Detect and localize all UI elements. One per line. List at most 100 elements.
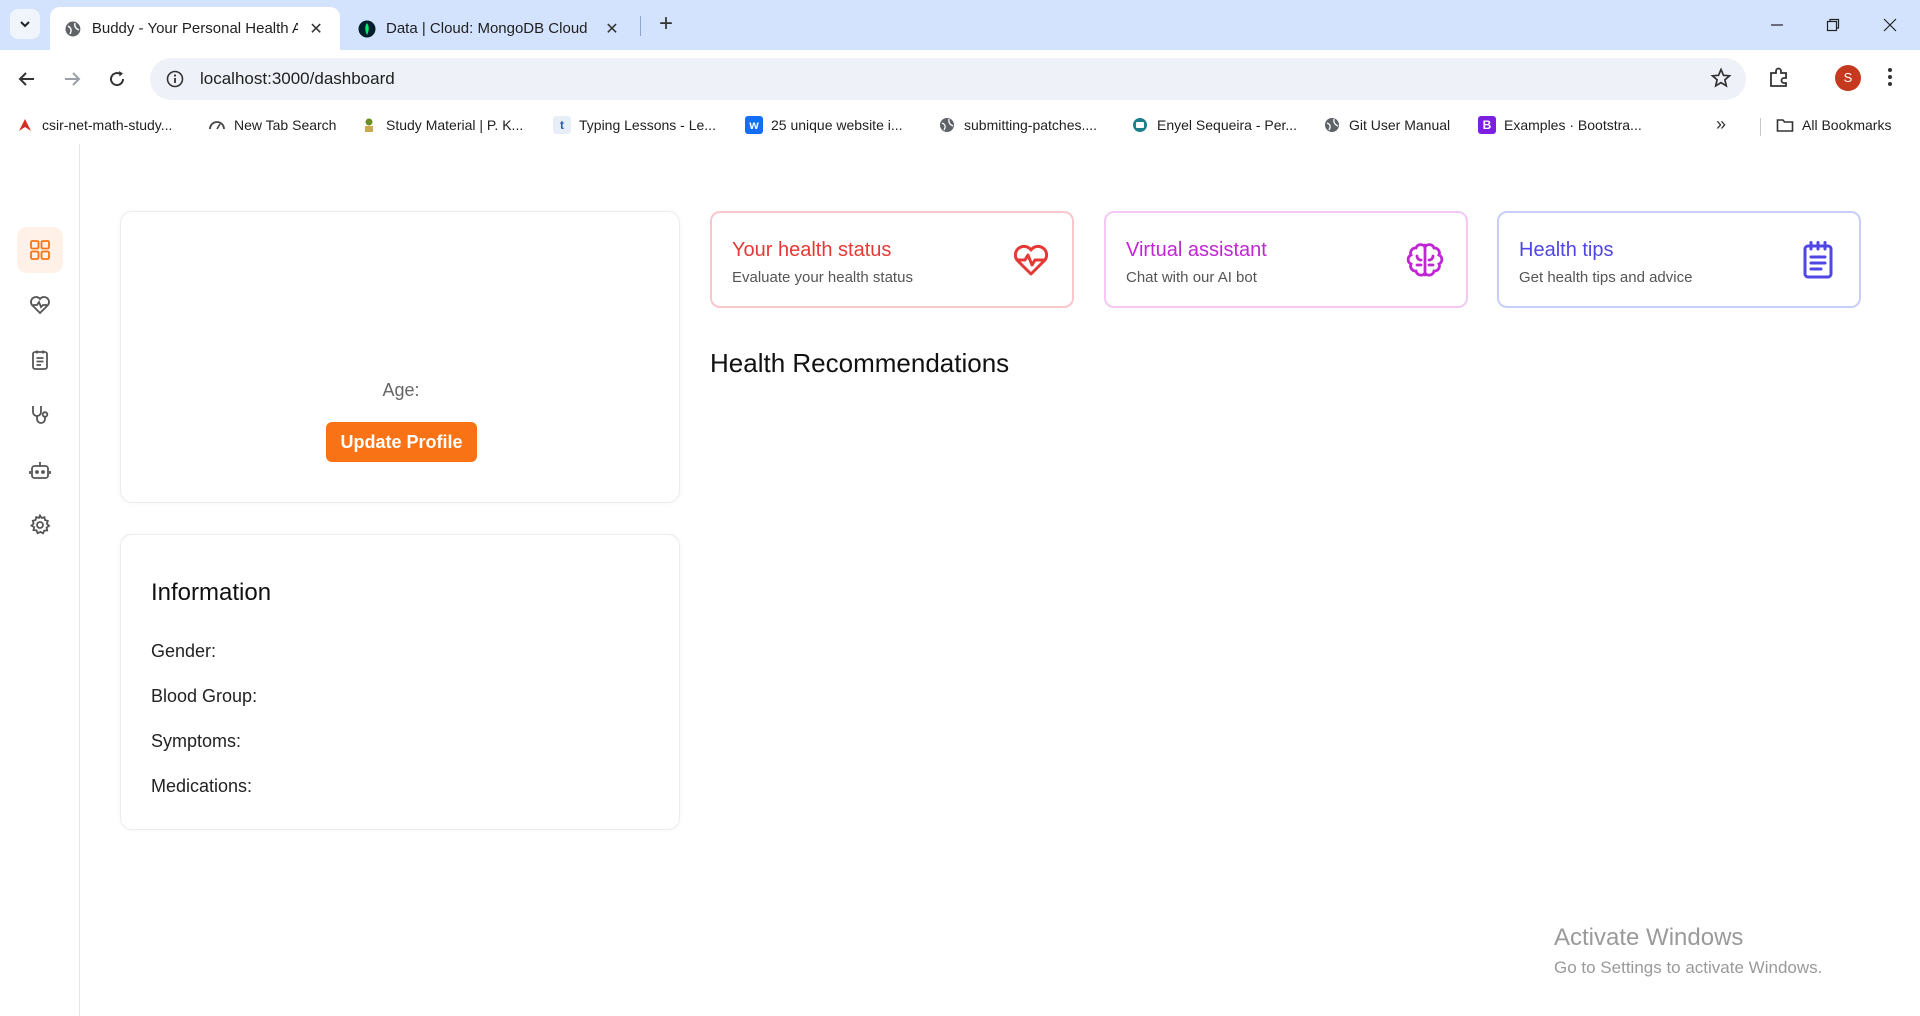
- minimize-button[interactable]: [1754, 10, 1800, 40]
- virtual-assistant-title: Virtual assistant: [1126, 239, 1267, 261]
- bookmark-label: Git User Manual: [1349, 117, 1451, 133]
- clipboard-list-icon: [1803, 241, 1833, 279]
- more-bookmarks-icon[interactable]: »: [1716, 114, 1726, 135]
- sidebar-item-health-tips[interactable]: [17, 337, 63, 383]
- reload-button[interactable]: [102, 64, 132, 94]
- bookmark-item[interactable]: t Typing Lessons - Le...: [553, 116, 716, 134]
- globe-icon: [938, 116, 956, 134]
- new-tab-button[interactable]: +: [652, 11, 680, 39]
- puzzle-icon: [1770, 67, 1787, 87]
- sidebar: [0, 144, 80, 1016]
- sidebar-item-doctors[interactable]: [17, 392, 63, 438]
- virtual-assistant-subtitle: Chat with our AI bot: [1126, 269, 1257, 286]
- bookmark-label: 25 unique website i...: [771, 117, 903, 133]
- bookmark-star-icon[interactable]: [1710, 67, 1732, 94]
- close-icon[interactable]: ✕: [306, 19, 326, 39]
- back-button[interactable]: [12, 64, 42, 94]
- reload-icon: [110, 71, 125, 87]
- update-profile-button[interactable]: Update Profile: [326, 422, 477, 462]
- bookmark-item[interactable]: Enyel Sequeira - Per...: [1131, 116, 1297, 134]
- dashboard-grid-icon: [30, 240, 50, 260]
- brain-icon: [1406, 243, 1444, 277]
- bookmark-label: All Bookmarks: [1802, 117, 1892, 133]
- bookmark-item[interactable]: w 25 unique website i...: [745, 116, 903, 134]
- gender-field: Gender:: [151, 641, 217, 661]
- bookmark-label: Typing Lessons - Le...: [579, 117, 716, 133]
- chevron-down-icon: [20, 21, 30, 28]
- bootstrap-icon: B: [1478, 116, 1496, 134]
- tab-title: Buddy - Your Personal Health A: [91, 20, 299, 37]
- health-status-title: Your health status: [732, 239, 892, 261]
- globe-icon: [1323, 116, 1341, 134]
- bookmark-item[interactable]: B Examples · Bootstra...: [1478, 116, 1642, 134]
- restore-button[interactable]: [1810, 10, 1856, 40]
- heart-pulse-icon: [1013, 244, 1049, 276]
- forward-button[interactable]: [57, 64, 87, 94]
- bookmark-label: Study Material | P. K...: [386, 117, 524, 133]
- health-status-card[interactable]: Your health status Evaluate your health …: [710, 211, 1074, 308]
- speedometer-icon: [208, 116, 226, 134]
- health-tips-subtitle: Get health tips and advice: [1519, 269, 1693, 286]
- bookmark-item[interactable]: Git User Manual: [1323, 116, 1450, 134]
- tab-mongodb[interactable]: Data | Cloud: MongoDB Cloud ✕: [344, 7, 640, 50]
- symptoms-field: Symptoms:: [151, 731, 242, 751]
- bookmark-favicon-icon: [360, 116, 378, 134]
- virtual-assistant-card[interactable]: Virtual assistant Chat with our AI bot: [1104, 211, 1468, 308]
- globe-icon: [65, 21, 81, 36]
- arrow-left-icon: [18, 72, 34, 86]
- bookmark-item[interactable]: New Tab Search: [208, 116, 336, 134]
- tab-title: Data | Cloud: MongoDB Cloud: [386, 20, 588, 37]
- sidebar-item-virtual-assistant[interactable]: [17, 447, 63, 493]
- windows-activation-watermark: Activate Windows Go to Settings to activ…: [1554, 924, 1822, 978]
- all-bookmarks-button[interactable]: All Bookmarks: [1776, 116, 1891, 134]
- folder-icon: [1776, 116, 1794, 134]
- information-title: Information: [151, 579, 272, 606]
- bookmark-item[interactable]: csir-net-math-study...: [16, 116, 172, 134]
- tab-buddy[interactable]: Buddy - Your Personal Health A ✕: [50, 7, 340, 50]
- sidebar-item-dashboard[interactable]: [17, 227, 63, 273]
- address-bar[interactable]: localhost:3000/dashboard: [150, 58, 1746, 100]
- profile-card: Age: Update Profile: [120, 211, 680, 503]
- bookmark-label: csir-net-math-study...: [42, 117, 173, 133]
- tab-strip: Buddy - Your Personal Health A ✕ Data | …: [0, 0, 1920, 50]
- bookmark-favicon-icon: [16, 116, 34, 134]
- bookmark-favicon-icon: t: [553, 116, 571, 134]
- bookmark-item[interactable]: submitting-patches....: [938, 116, 1097, 134]
- health-tips-card[interactable]: Health tips Get health tips and advice: [1497, 211, 1861, 308]
- bookmark-favicon-icon: w: [745, 116, 763, 134]
- clipboard-icon: [32, 350, 48, 370]
- bookmark-favicon-icon: [1131, 116, 1149, 134]
- information-card: Information Gender: Blood Group: Symptom…: [120, 534, 680, 830]
- site-info-icon[interactable]: [164, 68, 186, 90]
- browser-toolbar: localhost:3000/dashboard S: [0, 50, 1920, 108]
- bookmark-label: New Tab Search: [234, 117, 337, 133]
- sidebar-item-settings[interactable]: [17, 502, 63, 548]
- minimize-icon: [1771, 24, 1783, 26]
- watermark-line-2: Go to Settings to activate Windows.: [1554, 958, 1823, 977]
- bookmark-label: Enyel Sequeira - Per...: [1157, 117, 1298, 133]
- dashboard-page: Age: Update Profile Information Gender: …: [0, 144, 1920, 1016]
- bookmark-label: Examples · Bootstra...: [1504, 117, 1642, 133]
- bookmarks-bar: csir-net-math-study... New Tab Search St…: [0, 108, 1920, 144]
- restore-icon: [1826, 18, 1840, 32]
- url-text[interactable]: localhost:3000/dashboard: [200, 69, 395, 89]
- robot-icon: [29, 462, 51, 479]
- mongodb-leaf-icon: [358, 20, 376, 37]
- close-window-button[interactable]: [1867, 10, 1913, 40]
- extensions-button[interactable]: [1766, 64, 1792, 95]
- bookmark-item[interactable]: Study Material | P. K...: [360, 116, 523, 134]
- kebab-menu-icon: [1888, 68, 1892, 86]
- profile-avatar[interactable]: S: [1835, 65, 1861, 91]
- health-recommendations-title: Health Recommendations: [710, 348, 1010, 378]
- arrow-right-icon: [65, 72, 81, 86]
- browser-menu-button[interactable]: [1880, 64, 1900, 95]
- close-icon[interactable]: ✕: [602, 19, 622, 39]
- stethoscope-icon: [32, 406, 49, 424]
- tab-search-button[interactable]: [10, 9, 40, 39]
- bookmark-label: submitting-patches....: [964, 117, 1098, 133]
- sidebar-item-health-status[interactable]: [17, 282, 63, 328]
- heart-pulse-icon: [30, 296, 50, 315]
- blood-group-field: Blood Group:: [151, 686, 258, 706]
- watermark-line-1: Activate Windows: [1554, 924, 1744, 951]
- medications-field: Medications:: [151, 776, 253, 796]
